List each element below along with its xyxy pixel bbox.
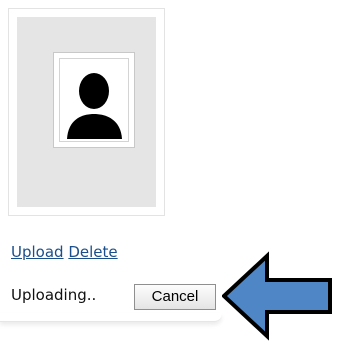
person-silhouette-icon	[67, 73, 122, 139]
divider	[0, 313, 222, 322]
upload-status-text: Uploading..	[11, 286, 97, 304]
profile-photo-widget: Upload Delete Uploading.. Cancel	[0, 0, 339, 350]
arrow-left-icon	[222, 251, 332, 341]
avatar	[53, 52, 135, 148]
cancel-button[interactable]: Cancel	[134, 284, 216, 310]
avatar-inner-frame	[59, 58, 129, 142]
delete-link[interactable]: Delete	[68, 243, 117, 261]
upload-link[interactable]: Upload	[11, 243, 64, 261]
photo-actions: Upload Delete	[11, 243, 118, 261]
